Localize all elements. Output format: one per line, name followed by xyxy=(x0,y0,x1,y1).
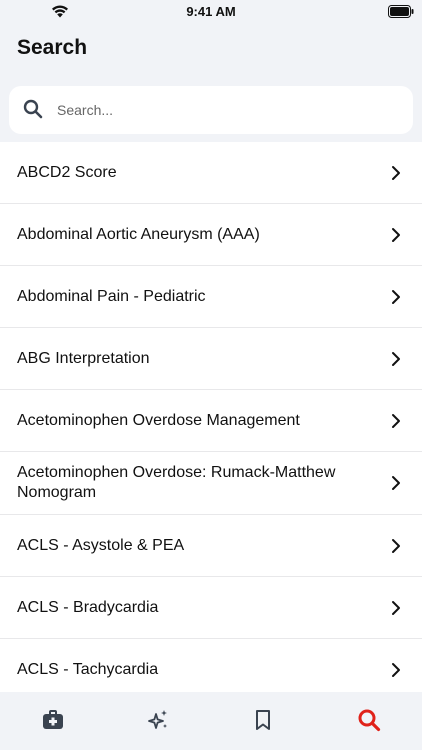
topic-list: ABCD2 Score Abdominal Aortic Aneurysm (A… xyxy=(0,142,422,692)
chevron-right-icon xyxy=(392,476,400,490)
battery-icon xyxy=(388,5,414,18)
status-time: 9:41 AM xyxy=(186,4,236,19)
tab-search[interactable] xyxy=(339,700,399,740)
tab-bookmarks[interactable] xyxy=(233,700,293,740)
chevron-right-icon xyxy=(392,413,400,428)
search-icon xyxy=(358,709,381,732)
sparkles-icon xyxy=(148,710,167,729)
search-icon xyxy=(23,99,43,119)
tab-ai[interactable] xyxy=(128,700,188,740)
chevron-right-icon xyxy=(392,227,400,242)
list-item-label: ACLS - Asystole & PEA xyxy=(17,536,185,554)
chevron-right-icon xyxy=(392,663,400,677)
chevron-right-icon xyxy=(392,351,400,366)
chevron-right-icon xyxy=(392,165,400,180)
tab-toolkit[interactable] xyxy=(23,700,83,740)
list-item-label: ABG Interpretation xyxy=(17,349,150,367)
medical-kit-icon xyxy=(43,710,63,729)
chevron-right-icon xyxy=(392,538,400,553)
list-item-label: ACLS - Bradycardia xyxy=(17,598,159,616)
list-item[interactable]: Acetominophen Overdose Management xyxy=(0,390,422,452)
list-item-label: Acetominophen Overdose: Rumack-Matthew N… xyxy=(17,464,336,501)
list-item-label: Abdominal Aortic Aneurysm (AAA) xyxy=(17,225,260,243)
list-item[interactable]: ACLS - Bradycardia xyxy=(0,577,422,639)
list-item[interactable]: ABG Interpretation xyxy=(0,328,422,390)
list-item-label: Abdominal Pain - Pediatric xyxy=(17,287,206,305)
list-item[interactable]: Acetominophen Overdose: Rumack-Matthew N… xyxy=(0,452,422,515)
search-bar[interactable] xyxy=(9,86,413,134)
chevron-right-icon xyxy=(392,289,400,304)
list-item[interactable]: Abdominal Aortic Aneurysm (AAA) xyxy=(0,204,422,266)
page-title: Search xyxy=(17,36,88,59)
chevron-right-icon xyxy=(392,600,400,615)
list-item[interactable]: Abdominal Pain - Pediatric xyxy=(0,266,422,328)
list-item-label: Acetominophen Overdose Management xyxy=(17,411,300,429)
list-item-label: ABCD2 Score xyxy=(17,163,117,181)
bookmark-icon xyxy=(256,710,270,730)
list-item[interactable]: ACLS - Asystole & PEA xyxy=(0,515,422,577)
search-input[interactable] xyxy=(57,94,397,126)
tab-bar xyxy=(0,692,422,750)
list-item-label: ACLS - Tachycardia xyxy=(17,661,159,678)
list-item[interactable]: ABCD2 Score xyxy=(0,142,422,204)
status-bar: 9:41 AM xyxy=(0,0,422,24)
list-item[interactable]: ACLS - Tachycardia xyxy=(0,639,422,692)
